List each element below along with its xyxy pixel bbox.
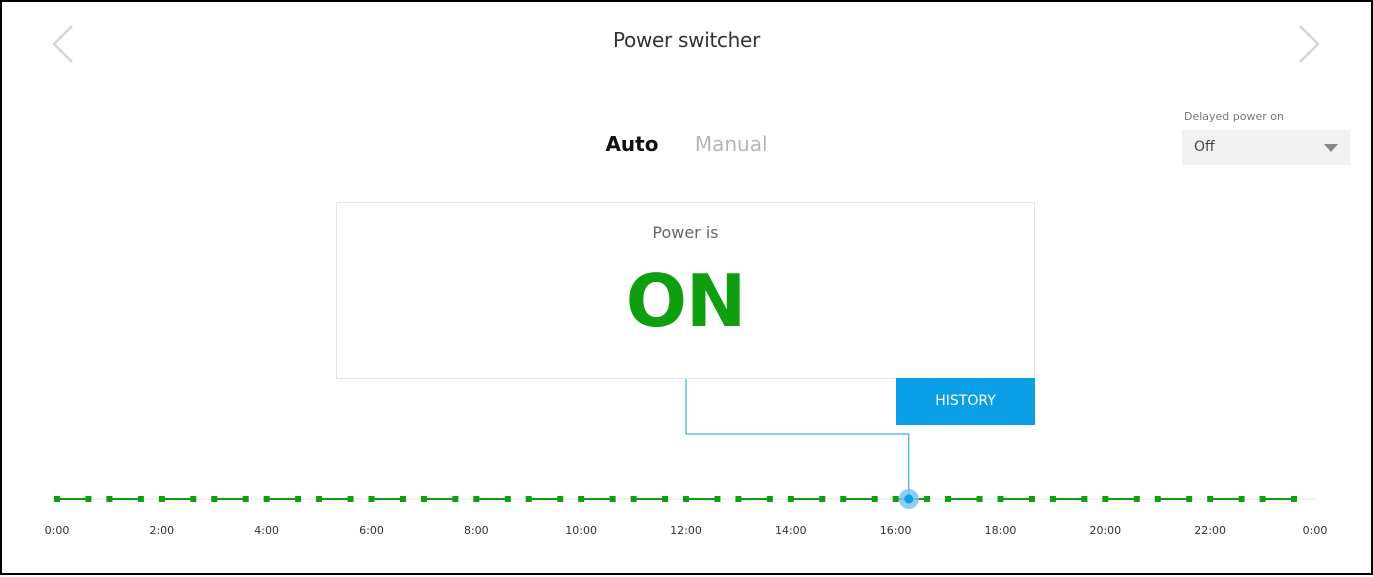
- power-status-label: Power is: [652, 223, 719, 242]
- timeline-on-segment: [368, 496, 406, 502]
- timeline-on-segment: [683, 496, 721, 502]
- timeline-tick-label: 16:00: [879, 524, 912, 537]
- timeline-on-segment: [630, 496, 669, 502]
- timeline-on-segment: [997, 496, 1035, 502]
- power-status-card: Power is ON: [336, 202, 1035, 379]
- timeline-tick-label: 4:00: [254, 524, 280, 537]
- timeline-tick-label: 0:00: [44, 524, 70, 537]
- timeline-tick-label: 14:00: [774, 524, 807, 537]
- timeline-on-segment: [1154, 496, 1193, 502]
- timeline-on-segment: [1259, 496, 1298, 502]
- current-time-connector: [685, 379, 910, 499]
- mode-tabs: Auto Manual: [2, 132, 1371, 156]
- power-switcher-panel: Power switcher Auto Manual Delayed power…: [0, 0, 1373, 575]
- current-time-dot: [904, 494, 914, 504]
- timeline-tick-label: 22:00: [1194, 524, 1227, 537]
- timeline-tick-label: 18:00: [984, 524, 1017, 537]
- timeline-on-segment: [787, 496, 826, 502]
- timeline-on-segment: [158, 496, 197, 502]
- timeline-on-segment: [945, 496, 983, 502]
- timeline-on-segment: [892, 496, 931, 502]
- timeline-tick-label: 2:00: [149, 524, 175, 537]
- timeline-on-segment: [106, 496, 144, 502]
- timeline-on-segment: [1207, 496, 1245, 502]
- timeline-on-segment: [735, 496, 773, 502]
- current-time-marker: [898, 489, 919, 509]
- timeline-tick-label: 0:00: [1302, 524, 1328, 537]
- tab-manual[interactable]: Manual: [695, 132, 768, 156]
- timeline-on-segment: [420, 496, 459, 502]
- history-button[interactable]: HISTORY: [896, 378, 1035, 425]
- timeline-on-segment: [578, 496, 616, 502]
- delayed-power-on-select[interactable]: Off: [1182, 130, 1350, 165]
- timeline-on-segment: [473, 496, 511, 502]
- delayed-power-on-label: Delayed power on: [1184, 110, 1284, 123]
- timeline-on-segment: [1049, 496, 1088, 502]
- timeline-on-segment: [54, 496, 92, 502]
- power-status-value: ON: [625, 259, 746, 343]
- timeline-tick-label: 12:00: [670, 524, 702, 537]
- delayed-power-on-value: Off: [1194, 139, 1215, 155]
- timeline-on-segment: [525, 496, 564, 502]
- timeline-tick-label: 8:00: [463, 524, 489, 537]
- timeline-on-segment: [263, 496, 302, 502]
- timeline-tick-label: 20:00: [1089, 524, 1122, 537]
- timeline-on-segment: [211, 496, 249, 502]
- tab-auto[interactable]: Auto: [605, 132, 658, 156]
- timeline-on-segment: [1102, 496, 1140, 502]
- page-title: Power switcher: [612, 28, 760, 52]
- timeline-tick-label: 6:00: [359, 524, 384, 537]
- timeline-on-segment: [316, 496, 354, 502]
- timeline-tick-label: 10:00: [565, 524, 598, 537]
- timeline-on-segment: [840, 496, 878, 502]
- caret-down-icon: [1324, 144, 1338, 152]
